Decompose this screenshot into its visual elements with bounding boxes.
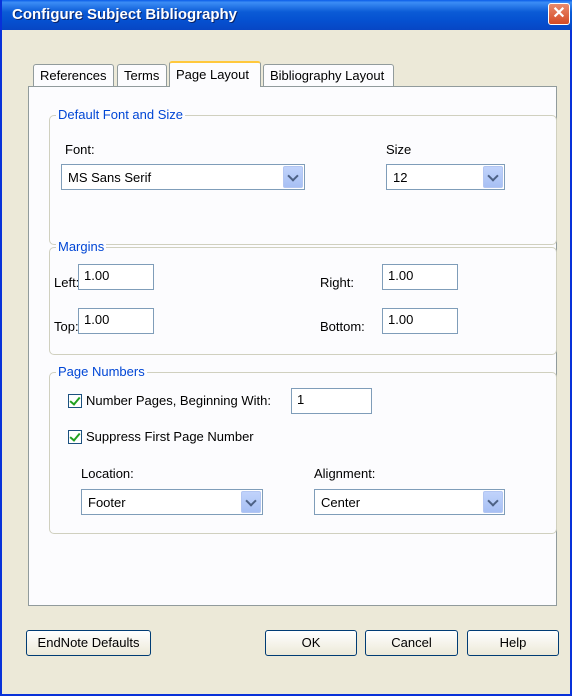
right-margin-label: Right:: [320, 275, 354, 290]
bottom-margin-label: Bottom:: [320, 319, 365, 334]
beginning-with-field[interactable]: 1: [291, 388, 372, 414]
left-margin-field[interactable]: 1.00: [78, 264, 154, 290]
close-icon: ✕: [552, 5, 566, 22]
tab-terms[interactable]: Terms: [117, 64, 167, 86]
size-value: 12: [393, 170, 408, 185]
font-size-group: Default Font and Size Font: MS Sans Seri…: [49, 107, 557, 245]
dialog-window: Configure Subject Bibliography ✕ Referen…: [0, 0, 572, 696]
size-select[interactable]: 12: [386, 164, 505, 190]
number-pages-checkbox[interactable]: [68, 394, 82, 408]
bottom-margin-field[interactable]: 1.00: [382, 308, 458, 334]
page-numbers-group: Page Numbers Number Pages, Beginning Wit…: [49, 364, 557, 534]
top-margin-field[interactable]: 1.00: [78, 308, 154, 334]
right-margin-field[interactable]: 1.00: [382, 264, 458, 290]
font-select[interactable]: MS Sans Serif: [61, 164, 305, 190]
tab-bibliography-layout[interactable]: Bibliography Layout: [263, 64, 394, 86]
size-label: Size: [386, 142, 412, 157]
chevron-down-icon[interactable]: [283, 166, 303, 188]
page-layout-panel: Default Font and Size Font: MS Sans Seri…: [28, 86, 557, 606]
endnote-defaults-button[interactable]: EndNote Defaults: [26, 630, 151, 656]
page-numbers-legend: Page Numbers: [56, 364, 147, 379]
cancel-button[interactable]: Cancel: [365, 630, 458, 656]
tab-references[interactable]: References: [33, 64, 114, 86]
title-bar[interactable]: Configure Subject Bibliography ✕: [2, 0, 572, 30]
number-pages-label[interactable]: Number Pages, Beginning With:: [86, 393, 271, 408]
ok-button[interactable]: OK: [265, 630, 357, 656]
font-size-legend: Default Font and Size: [56, 107, 186, 122]
alignment-select[interactable]: Center: [314, 489, 505, 515]
chevron-down-icon[interactable]: [241, 491, 261, 513]
chevron-down-icon[interactable]: [483, 491, 503, 513]
help-button[interactable]: Help: [467, 630, 559, 656]
font-label: Font:: [65, 142, 95, 157]
chevron-down-icon[interactable]: [483, 166, 503, 188]
top-margin-label: Top:: [54, 319, 79, 334]
close-button[interactable]: ✕: [548, 3, 570, 25]
location-select[interactable]: Footer: [81, 489, 263, 515]
suppress-first-label[interactable]: Suppress First Page Number: [86, 429, 254, 444]
tab-page-layout[interactable]: Page Layout: [169, 61, 261, 87]
font-value: MS Sans Serif: [68, 170, 152, 185]
margins-group: Margins Left: 1.00 Right: 1.00 Top: 1.00…: [49, 239, 557, 355]
window-title: Configure Subject Bibliography: [12, 6, 238, 23]
left-margin-label: Left:: [54, 275, 80, 290]
location-label: Location:: [81, 466, 134, 481]
location-value: Footer: [88, 495, 126, 510]
suppress-first-checkbox[interactable]: [68, 430, 82, 444]
margins-legend: Margins: [56, 239, 107, 254]
alignment-value: Center: [321, 495, 361, 510]
alignment-label: Alignment:: [314, 466, 376, 481]
